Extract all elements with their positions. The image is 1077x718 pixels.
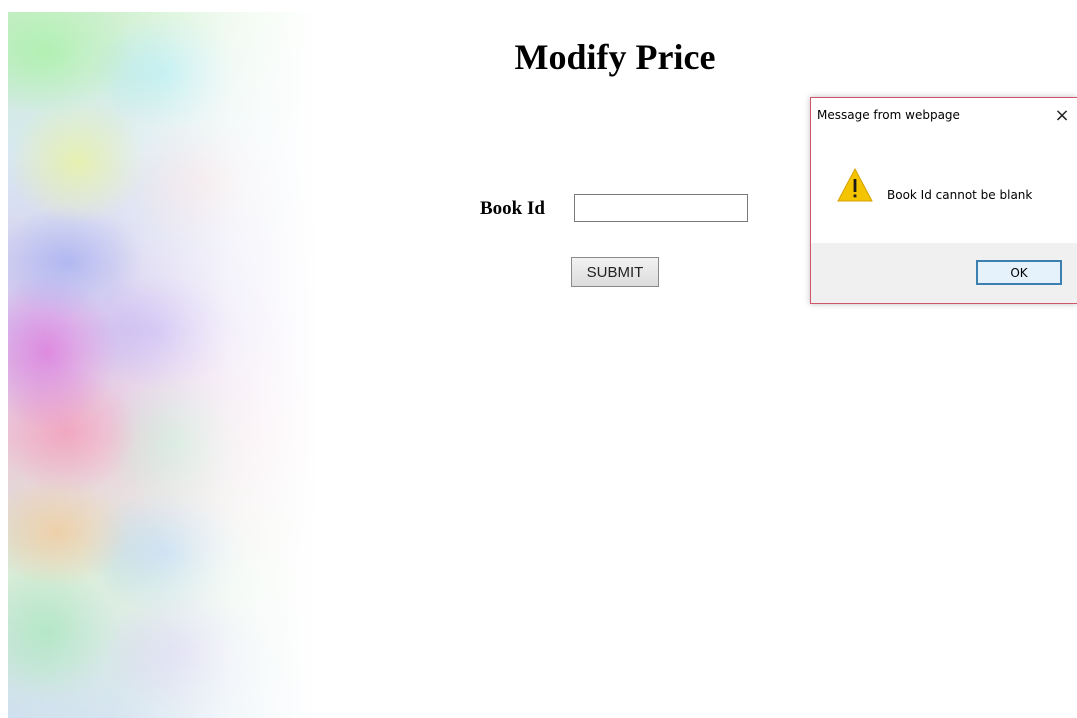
marbled-background [8,12,318,718]
book-id-input[interactable] [574,194,748,222]
close-icon[interactable]: × [1047,102,1077,128]
warning-icon [837,168,873,202]
book-id-label: Book Id [480,198,545,219]
marble-fade [8,12,318,718]
message-dialog: Message from webpage × Book Id cannot be… [810,97,1077,304]
submit-button[interactable]: SUBMIT [571,257,659,287]
dialog-title: Message from webpage [817,108,960,122]
page-title: Modify Price [514,37,716,77]
ok-button[interactable]: OK [976,260,1062,285]
dialog-footer: OK [811,243,1077,303]
dialog-message: Book Id cannot be blank [887,188,1033,202]
